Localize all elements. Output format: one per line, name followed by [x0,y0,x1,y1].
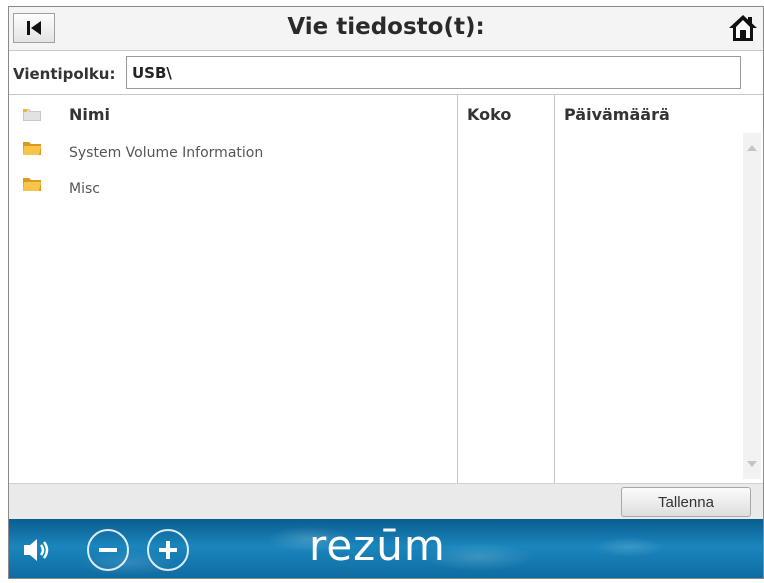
volume-up-button[interactable] [147,529,189,571]
speaker-icon [24,539,49,561]
column-header-name[interactable]: Nimi [69,105,110,124]
footer-bar: rezūm [9,519,763,578]
export-dialog: Vie tiedosto(t): Vientipolku: Nimi Koko … [8,6,764,579]
home-icon [729,15,757,41]
save-button[interactable]: Tallenna [621,487,751,517]
export-path-row: Vientipolku: [9,51,763,95]
folder-up-icon [23,109,41,121]
export-path-input[interactable] [126,56,741,89]
brand-logo: rezūm [309,521,446,570]
column-divider [457,95,458,483]
scroll-down-arrow[interactable] [743,457,761,471]
page-title: Vie tiedosto(t): [287,14,485,40]
export-path-label: Vientipolku: [13,65,116,83]
chevron-up-icon [747,145,757,151]
column-header-date[interactable]: Päivämäärä [564,105,670,124]
folder-icon [23,142,41,155]
folder-icon [23,178,41,191]
column-header-size[interactable]: Koko [467,105,511,124]
action-bar: Tallenna [9,483,763,519]
column-divider [554,95,555,483]
file-name: System Volume Information [69,145,264,161]
home-button[interactable] [727,11,759,45]
volume-down-button[interactable] [87,529,129,571]
scroll-up-arrow[interactable] [743,141,761,155]
chevron-down-icon [747,461,757,467]
file-list: Nimi Koko Päivämäärä System Volume Infor… [9,95,763,483]
file-name: Misc [69,181,100,197]
volume-button[interactable] [21,534,53,566]
plus-icon [159,541,177,559]
minus-icon [99,548,117,552]
vertical-scrollbar[interactable] [743,133,761,479]
header-bar: Vie tiedosto(t): [9,7,763,51]
